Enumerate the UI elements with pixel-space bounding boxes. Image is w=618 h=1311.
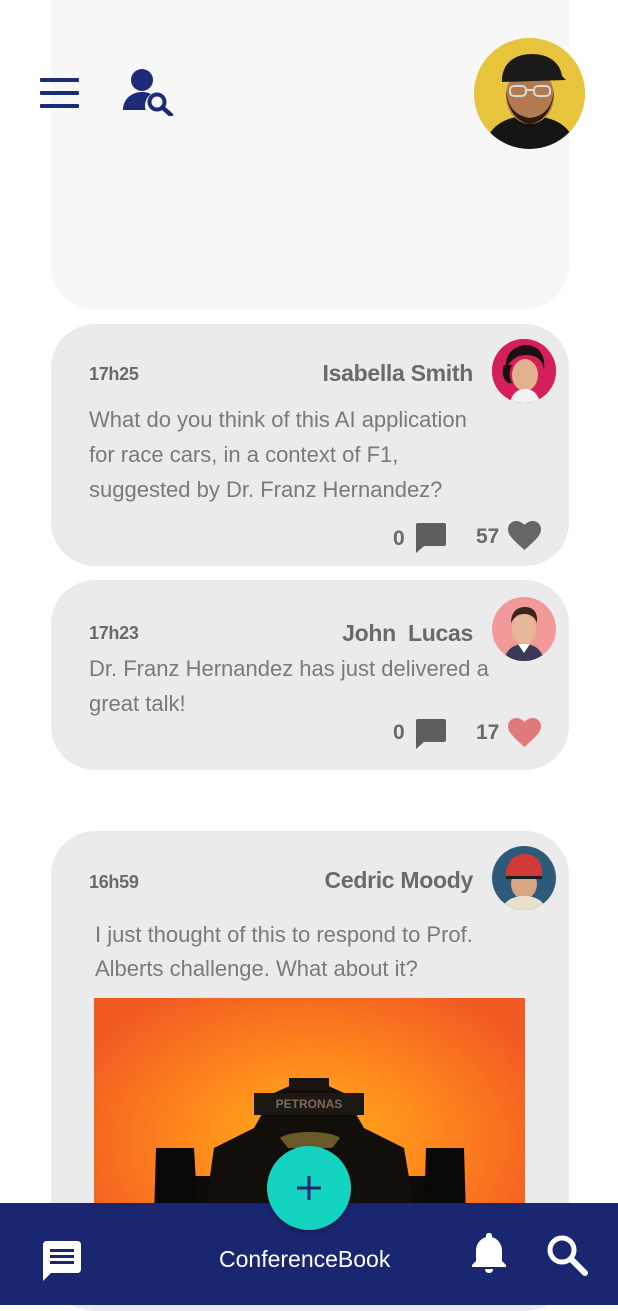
post-author[interactable]: Isabella Smith: [323, 360, 474, 387]
top-panel: [51, 0, 569, 309]
author-avatar[interactable]: [492, 597, 556, 661]
comment-count: 0: [393, 527, 405, 550]
comment-count: 0: [393, 721, 405, 744]
chat-icon[interactable]: [41, 1241, 83, 1288]
comment-icon[interactable]: [415, 523, 447, 558]
post-text: Dr. Franz Hernandez has just delivered a…: [89, 656, 489, 716]
bell-icon[interactable]: [470, 1231, 508, 1278]
post-time: 16h59: [89, 872, 139, 892]
like-count: 17: [476, 721, 500, 744]
heart-icon[interactable]: [508, 521, 541, 556]
like-count: 57: [476, 525, 500, 548]
post-time: 17h23: [89, 623, 139, 643]
search-icon[interactable]: [546, 1234, 588, 1281]
author-avatar[interactable]: [492, 339, 556, 403]
post-time: 17h25: [89, 364, 139, 384]
user-search-icon[interactable]: [120, 66, 176, 118]
comment-icon[interactable]: [415, 719, 447, 754]
author-avatar[interactable]: [492, 846, 556, 910]
post-author[interactable]: John Lucas: [342, 620, 473, 647]
post-card[interactable]: 17h25 Isabella Smith What do you think o…: [51, 324, 569, 566]
app-brand-title: ConferenceBook: [219, 1246, 391, 1272]
hamburger-menu-icon[interactable]: [40, 78, 80, 108]
post-card[interactable]: 17h23 John Lucas Dr. Franz Hernandez has…: [51, 580, 569, 770]
profile-avatar[interactable]: [474, 38, 585, 149]
post-text: I just thought of this to respond to Pro…: [95, 922, 473, 981]
create-post-button[interactable]: [267, 1146, 351, 1230]
post-text: What do you think of this AI application…: [89, 407, 467, 502]
heart-icon-liked[interactable]: [508, 718, 541, 753]
post-author[interactable]: Cedric Moody: [325, 867, 474, 894]
plus-icon: [297, 1176, 321, 1200]
sponsor-text: PETRONAS: [276, 1097, 343, 1111]
